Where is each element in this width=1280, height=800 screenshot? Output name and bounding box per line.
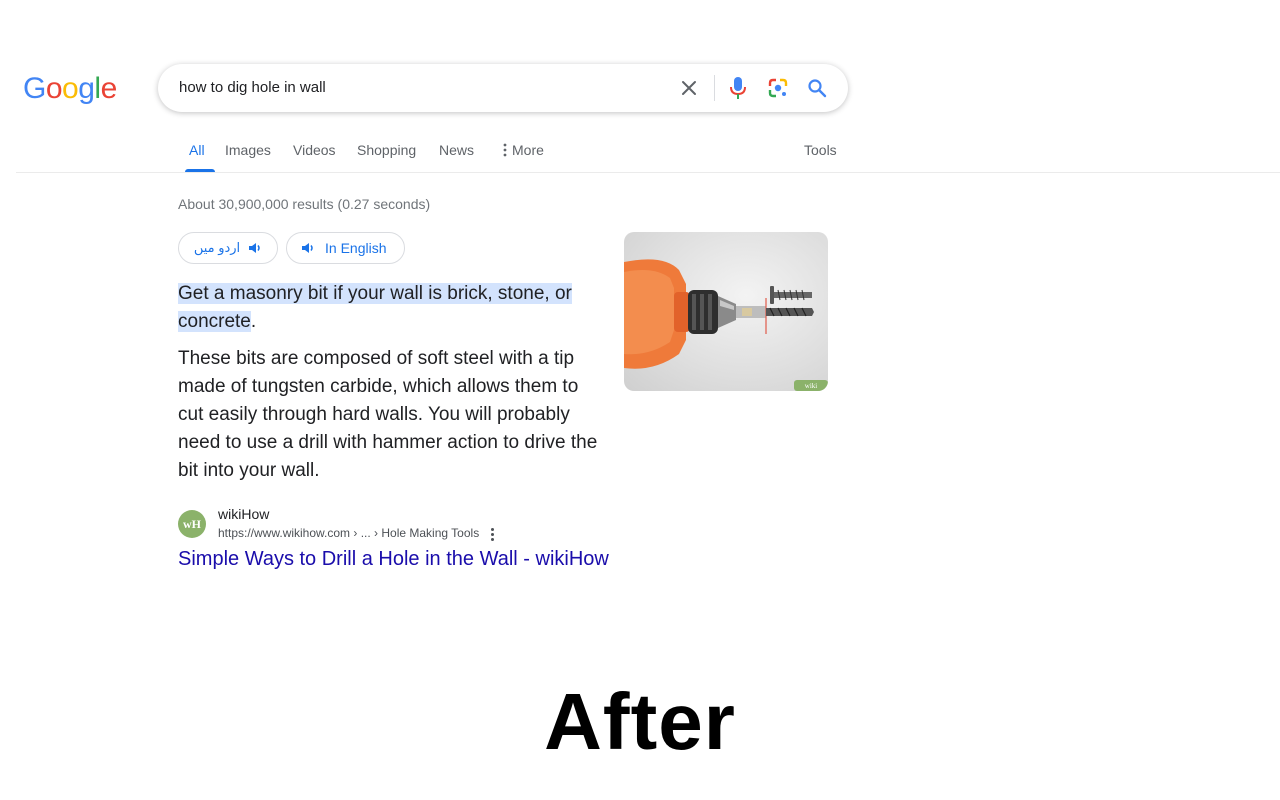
tab-images[interactable]: Images [225, 136, 271, 172]
tabs-divider [16, 172, 1280, 173]
mic-icon [730, 77, 746, 99]
google-logo[interactable]: Google [23, 70, 117, 108]
site-url: https://www.wikihow.com › ... › Hole Mak… [218, 526, 480, 540]
tab-more[interactable]: More [502, 136, 544, 172]
search-box[interactable]: how to dig hole in wall [158, 64, 848, 112]
snippet-heading: Get a masonry bit if your wall is brick,… [178, 280, 598, 336]
tools-button[interactable]: Tools [804, 136, 837, 164]
clear-search-button[interactable] [673, 64, 705, 112]
drill-illustration: wiki [624, 259, 828, 391]
result-stats: About 30,900,000 results (0.27 seconds) [178, 196, 431, 212]
listen-urdu-chip[interactable]: اردو میں [178, 232, 278, 264]
close-icon [682, 81, 696, 95]
search-icon [808, 79, 827, 98]
tab-all[interactable]: All [185, 136, 214, 172]
tab-videos[interactable]: Videos [293, 136, 336, 172]
after-caption: After [544, 677, 736, 766]
logo-letter: o [62, 72, 79, 105]
listen-urdu-label: اردو میں [193, 240, 241, 255]
tab-shopping[interactable]: Shopping [357, 136, 416, 172]
tab-more-label: More [512, 142, 544, 158]
search-input[interactable]: how to dig hole in wall [179, 64, 326, 112]
logo-letter: e [100, 72, 118, 105]
logo-letter: G [23, 72, 46, 105]
listen-english-chip[interactable]: In English [286, 232, 405, 264]
snippet-thumbnail[interactable]: wiki [624, 232, 828, 391]
snippet-highlight-end: . [250, 311, 257, 332]
more-dots-icon [503, 143, 507, 157]
voice-search-button[interactable] [722, 64, 754, 112]
result-title-link[interactable]: Simple Ways to Drill a Hole in the Wall … [178, 548, 609, 571]
wikihow-favicon: wH [178, 510, 206, 538]
search-divider [714, 75, 715, 101]
listen-english-label: In English [325, 240, 387, 256]
snippet-highlight: Get a masonry bit if your wall is brick,… [178, 283, 572, 332]
site-name: wikiHow [218, 506, 270, 522]
lens-search-button[interactable] [762, 64, 794, 112]
result-options-button[interactable] [486, 526, 498, 542]
search-submit-button[interactable] [801, 64, 833, 112]
lens-icon [768, 78, 788, 98]
logo-letter: g [78, 72, 95, 105]
snippet-body: These bits are composed of soft steel wi… [178, 348, 598, 481]
kebab-icon [490, 527, 494, 531]
speaker-icon [249, 243, 260, 253]
logo-letter: o [45, 72, 63, 105]
tab-news[interactable]: News [439, 136, 474, 172]
thumbnail-watermark: wiki [805, 382, 818, 390]
speaker-icon [302, 243, 313, 253]
